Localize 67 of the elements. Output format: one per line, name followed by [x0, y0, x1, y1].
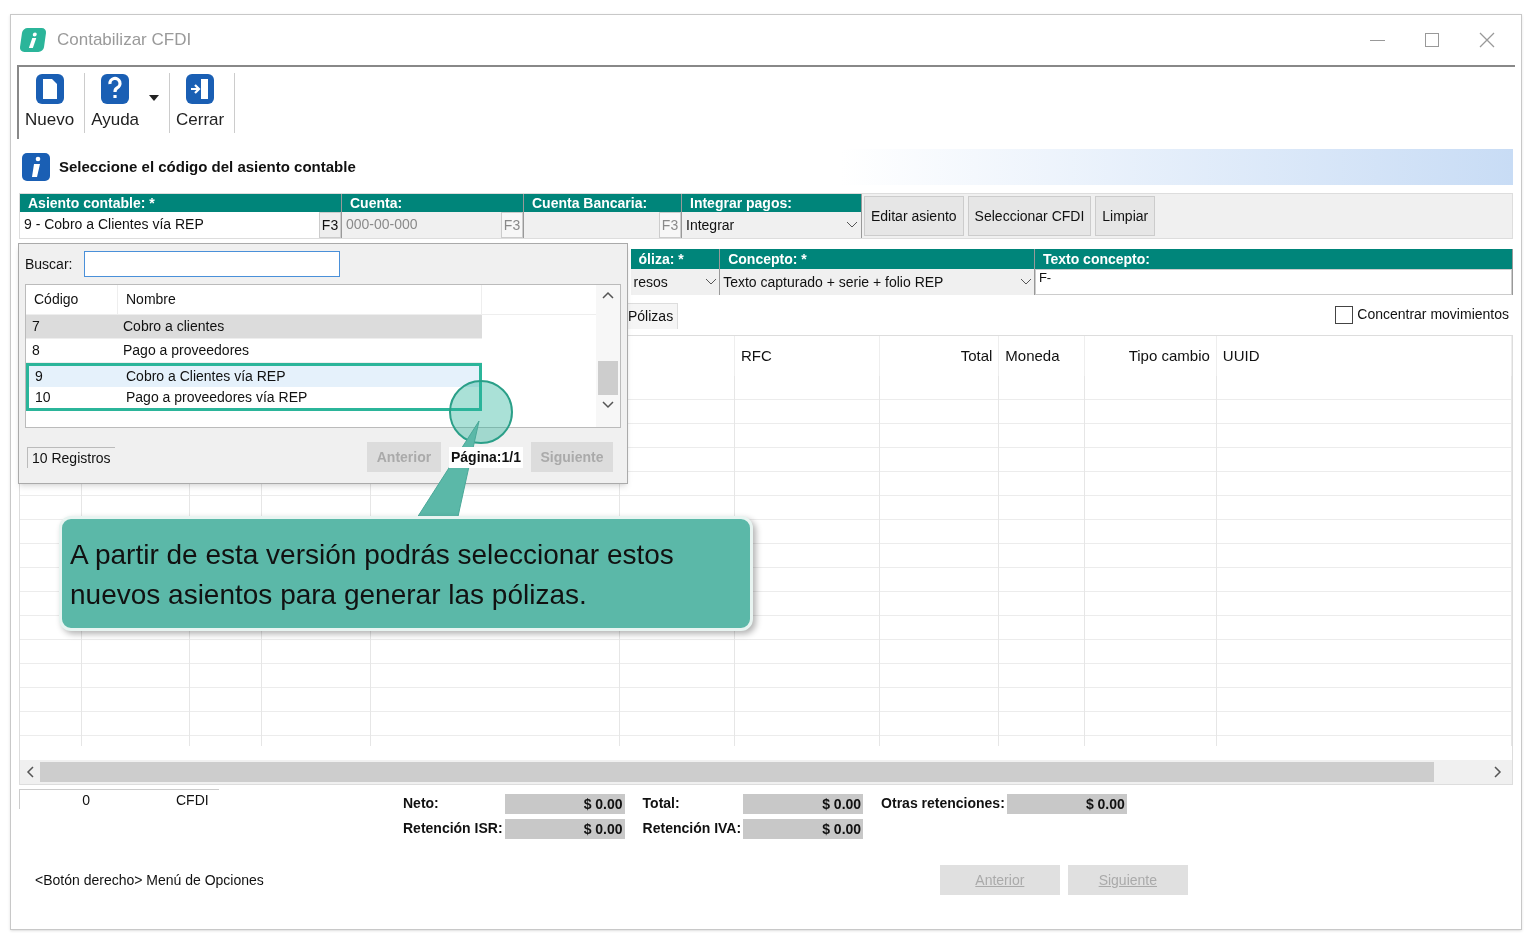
- search-label: Buscar:: [25, 254, 73, 274]
- document-icon: [34, 73, 65, 106]
- scroll-down-icon[interactable]: [602, 401, 614, 409]
- lookup-button[interactable]: F3: [319, 212, 341, 238]
- total-label: Retención ISR:: [403, 819, 504, 838]
- chevron-down-icon: [1020, 279, 1031, 285]
- toolbar-button[interactable]: Cerrar: [170, 73, 231, 133]
- app-logo-icon: [19, 28, 47, 52]
- column-header: Total: [960, 345, 993, 366]
- column-header: Tipo cambio: [1128, 345, 1210, 366]
- column-header: Nombre: [118, 285, 482, 314]
- checkbox-label: Concentrar movimientos: [1357, 305, 1509, 324]
- record-count: 10 Registros: [27, 446, 115, 468]
- total-label: Neto:: [403, 794, 440, 813]
- scroll-up-icon[interactable]: [602, 291, 614, 299]
- scroll-thumb[interactable]: [40, 762, 1434, 782]
- vertical-scrollbar[interactable]: [596, 285, 620, 427]
- field-label: Texto concepto:: [1034, 249, 1512, 269]
- status-hint: <Botón derecho> Menú de Opciones: [35, 870, 264, 890]
- column-header: Moneda: [1005, 345, 1060, 366]
- action-button[interactable]: Seleccionar CFDI: [967, 196, 1092, 236]
- field-label: Asiento contable: *: [20, 194, 341, 212]
- window-title: Contabilizar CFDI: [57, 29, 192, 52]
- exit-door-icon: [185, 73, 216, 106]
- field-label: Cuenta Bancaria:: [524, 194, 681, 212]
- info-message: Seleccione el código del asiento contable: [59, 156, 356, 177]
- search-field[interactable]: [84, 251, 341, 277]
- list-row[interactable]: 9 Cobro a Clientes vía REP: [26, 363, 482, 387]
- input-field[interactable]: F-: [1034, 269, 1512, 295]
- total-value: $ 0.00: [743, 793, 864, 814]
- total-value: $ 0.00: [504, 818, 625, 839]
- column-header: Código: [26, 285, 118, 314]
- scroll-thumb[interactable]: [598, 361, 618, 395]
- field-label: Cuenta:: [342, 194, 523, 212]
- list-row[interactable]: 7 Cobro a clientes: [26, 315, 482, 339]
- action-button[interactable]: Editar asiento: [864, 196, 964, 236]
- input-field[interactable]: 9 - Cobro a Clientes vía REP: [20, 212, 319, 238]
- maximize-button[interactable]: [1425, 33, 1439, 47]
- dropdown[interactable]: resos: [630, 269, 720, 295]
- info-icon: [21, 152, 51, 182]
- help-icon: [100, 73, 131, 106]
- horizontal-scrollbar[interactable]: [20, 760, 1512, 784]
- toolbar-button[interactable]: Ayuda: [85, 73, 166, 133]
- list-row[interactable]: 10 Pago a proveedores vía REP: [26, 387, 482, 411]
- column-header: UUID: [1222, 345, 1260, 366]
- field-label: Concepto: *: [720, 249, 1034, 269]
- dropdown[interactable]: Texto capturado + serie + folio REP: [720, 269, 1034, 295]
- total-label: Total:: [641, 794, 681, 813]
- chevron-down-icon: [847, 222, 857, 228]
- record-count: 0: [81, 791, 90, 809]
- action-button[interactable]: Limpiar: [1095, 196, 1156, 236]
- column-header: RFC: [741, 345, 772, 366]
- close-button[interactable]: [1479, 32, 1495, 48]
- field-label: óliza: *: [630, 249, 720, 269]
- total-value: $ 0.00: [1006, 793, 1127, 814]
- caret-icon: [149, 95, 160, 101]
- checkbox[interactable]: [1335, 305, 1354, 324]
- total-value: $ 0.00: [743, 818, 864, 839]
- total-label: Otras retenciones:: [880, 794, 1006, 813]
- record-count-label: CFDI: [176, 791, 209, 809]
- chevron-down-icon: [706, 279, 717, 285]
- page-indicator: Página:1/1: [448, 446, 523, 468]
- minimize-button[interactable]: [1370, 39, 1385, 41]
- field-label: Integrar pagos:: [682, 194, 861, 212]
- total-label: Retención IVA:: [641, 819, 743, 838]
- total-value: $ 0.00: [504, 793, 625, 814]
- toolbar-button[interactable]: Nuevo: [19, 73, 81, 133]
